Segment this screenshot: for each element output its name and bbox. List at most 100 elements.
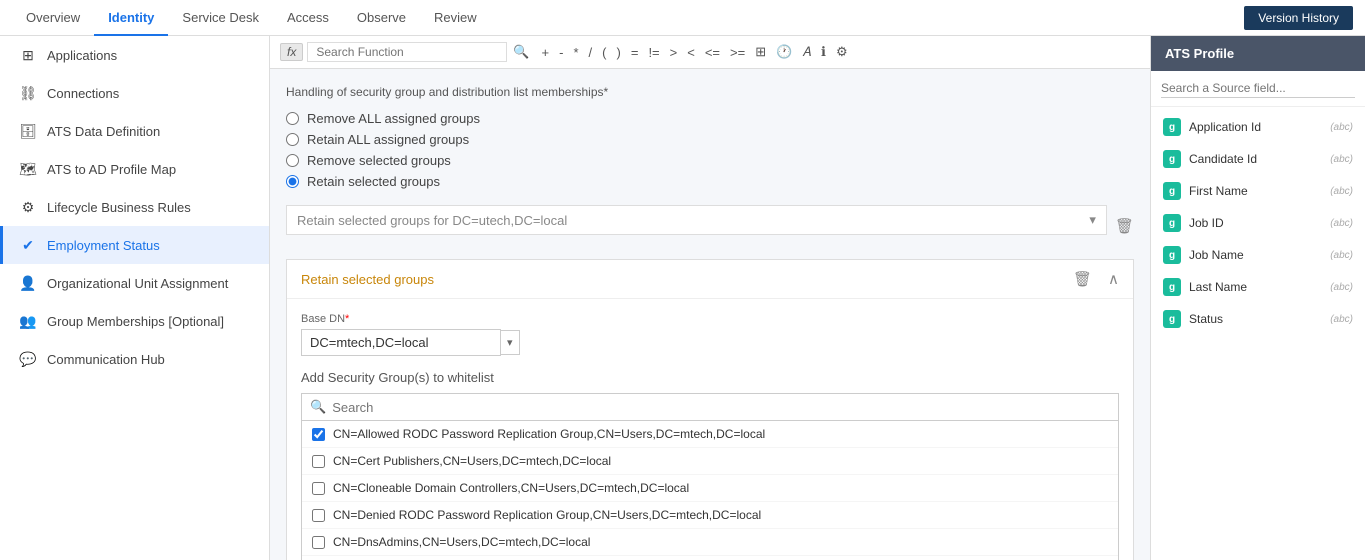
- sidebar-item-employment-status[interactable]: ✔ Employment Status: [0, 226, 269, 264]
- field-name: Last Name: [1189, 280, 1322, 294]
- radio-retain-selected[interactable]: Retain selected groups: [286, 174, 1134, 189]
- radio-retain-selected-input[interactable]: [286, 175, 299, 188]
- op-info[interactable]: ℹ: [819, 44, 828, 60]
- field-type: (abc): [1330, 186, 1353, 197]
- retain-panel-header: Retain selected groups 🗑 ∧: [287, 260, 1133, 299]
- nav-overview[interactable]: Overview: [12, 0, 94, 36]
- field-badge: g: [1163, 150, 1181, 168]
- version-history-button[interactable]: Version History: [1244, 6, 1353, 30]
- list-item[interactable]: CN=Cert Publishers,CN=Users,DC=mtech,DC=…: [302, 448, 1118, 475]
- op-plus[interactable]: +: [540, 45, 552, 60]
- radio-retain-all[interactable]: Retain ALL assigned groups: [286, 132, 1134, 147]
- op-minus[interactable]: -: [557, 45, 565, 60]
- search-formula-icon[interactable]: 🔍: [511, 44, 531, 60]
- list-item[interactable]: CN=Denied RODC Password Replication Grou…: [302, 502, 1118, 529]
- radio-retain-all-input[interactable]: [286, 133, 299, 146]
- field-badge: g: [1163, 278, 1181, 296]
- chat-icon: 💬: [19, 350, 37, 368]
- sidebar-item-communication-hub[interactable]: 💬 Communication Hub: [0, 340, 269, 378]
- delete-retain-panel-button[interactable]: 🗑: [1073, 270, 1092, 288]
- database-icon: 🗄: [19, 122, 37, 140]
- list-item[interactable]: CN=Allowed RODC Password Replication Gro…: [302, 421, 1118, 448]
- grid-icon: ⊞: [19, 46, 37, 64]
- field-badge: g: [1163, 182, 1181, 200]
- op-not-equals[interactable]: !=: [646, 45, 661, 60]
- group-checkbox-1[interactable]: [312, 455, 325, 468]
- op-greater[interactable]: >: [668, 45, 680, 60]
- sidebar-item-ats-data-definition[interactable]: 🗄 ATS Data Definition: [0, 112, 269, 150]
- list-item[interactable]: g Last Name (abc): [1151, 271, 1365, 303]
- list-item[interactable]: CN=DnsUpdateProxy,CN=Users,DC=mtech,DC=l…: [302, 556, 1118, 560]
- sidebar-item-lifecycle-business-rules[interactable]: ⚙ Lifecycle Business Rules: [0, 188, 269, 226]
- op-gte[interactable]: >=: [728, 45, 747, 60]
- nav-service-desk[interactable]: Service Desk: [168, 0, 273, 36]
- groups-search-input[interactable]: [332, 400, 1110, 415]
- map-icon: 🗺: [19, 160, 37, 178]
- list-item[interactable]: CN=DnsAdmins,CN=Users,DC=mtech,DC=local: [302, 529, 1118, 556]
- field-badge: g: [1163, 118, 1181, 136]
- list-item[interactable]: g Status (abc): [1151, 303, 1365, 335]
- radio-remove-all-input[interactable]: [286, 112, 299, 125]
- sidebar-item-group-memberships[interactable]: 👥 Group Memberships [Optional]: [0, 302, 269, 340]
- person-icon: ✔: [19, 236, 37, 254]
- field-list: g Application Id (abc) g Candidate Id (a…: [1151, 107, 1365, 339]
- list-item[interactable]: g Application Id (abc): [1151, 111, 1365, 143]
- op-multiply[interactable]: *: [571, 45, 580, 60]
- org-icon: 👤: [19, 274, 37, 292]
- radio-remove-selected[interactable]: Remove selected groups: [286, 153, 1134, 168]
- group-checkbox-4[interactable]: [312, 536, 325, 549]
- field-type: (abc): [1330, 154, 1353, 165]
- op-lte[interactable]: <=: [703, 45, 722, 60]
- field-type: (abc): [1330, 218, 1353, 229]
- radio-remove-selected-input[interactable]: [286, 154, 299, 167]
- sidebar: ⊞ Applications ⛓ Connections 🗄 ATS Data …: [0, 36, 270, 560]
- list-item[interactable]: g Candidate Id (abc): [1151, 143, 1365, 175]
- list-item[interactable]: g Job ID (abc): [1151, 207, 1365, 239]
- search-groups-icon: 🔍: [310, 399, 326, 415]
- list-item[interactable]: g First Name (abc): [1151, 175, 1365, 207]
- op-close-paren[interactable]: ): [615, 45, 623, 60]
- op-less[interactable]: <: [685, 45, 697, 60]
- collapse-retain-panel-button[interactable]: ∧: [1108, 270, 1119, 288]
- delete-retain-button[interactable]: 🗑: [1115, 217, 1134, 235]
- formula-search-input[interactable]: [307, 42, 507, 62]
- op-divide[interactable]: /: [587, 45, 595, 60]
- field-name: Status: [1189, 312, 1322, 326]
- op-open-paren[interactable]: (: [600, 45, 608, 60]
- sidebar-item-applications[interactable]: ⊞ Applications: [0, 36, 269, 74]
- sidebar-item-org-unit-assignment[interactable]: 👤 Organizational Unit Assignment: [0, 264, 269, 302]
- op-clock[interactable]: 🕐: [774, 44, 794, 60]
- field-type: (abc): [1330, 314, 1353, 325]
- field-name: Application Id: [1189, 120, 1322, 134]
- field-name: Candidate Id: [1189, 152, 1322, 166]
- list-item[interactable]: CN=Cloneable Domain Controllers,CN=Users…: [302, 475, 1118, 502]
- top-nav: Overview Identity Service Desk Access Ob…: [0, 0, 1365, 36]
- handling-label: Handling of security group and distribut…: [286, 85, 1134, 99]
- nav-review[interactable]: Review: [420, 0, 491, 36]
- op-font[interactable]: 𝐴: [800, 44, 813, 60]
- op-grid[interactable]: ⊞: [753, 44, 768, 60]
- sidebar-item-ats-ad-profile-map[interactable]: 🗺 ATS to AD Profile Map: [0, 150, 269, 188]
- retain-panel: Retain selected groups 🗑 ∧ Base DN* DC=m…: [286, 259, 1134, 560]
- op-equals[interactable]: =: [629, 45, 641, 60]
- group-checkbox-3[interactable]: [312, 509, 325, 522]
- right-panel-search-input[interactable]: [1161, 79, 1355, 98]
- nav-observe[interactable]: Observe: [343, 0, 420, 36]
- retain-panel-body: Base DN* DC=mtech,DC=local ▾ Add Securit…: [287, 299, 1133, 560]
- retain-dropdown-row: Retain selected groups for DC=utech,DC=l…: [286, 205, 1134, 247]
- retain-dropdown[interactable]: Retain selected groups for DC=utech,DC=l…: [286, 205, 1107, 235]
- sidebar-item-connections[interactable]: ⛓ Connections: [0, 74, 269, 112]
- radio-remove-all[interactable]: Remove ALL assigned groups: [286, 111, 1134, 126]
- right-panel-header: ATS Profile: [1151, 36, 1365, 71]
- group-checkbox-0[interactable]: [312, 428, 325, 441]
- nav-identity[interactable]: Identity: [94, 0, 168, 36]
- field-type: (abc): [1330, 250, 1353, 261]
- base-dn-select[interactable]: DC=mtech,DC=local: [301, 329, 501, 356]
- list-item[interactable]: g Job Name (abc): [1151, 239, 1365, 271]
- group-checkbox-2[interactable]: [312, 482, 325, 495]
- nav-access[interactable]: Access: [273, 0, 343, 36]
- base-dn-row: DC=mtech,DC=local ▾: [301, 329, 1119, 356]
- op-settings[interactable]: ⚙: [834, 44, 850, 60]
- formula-bar: fx 🔍 + - * / ( ) = != > < <= >= ⊞ 🕐 𝐴 ℹ …: [270, 36, 1150, 69]
- field-badge: g: [1163, 214, 1181, 232]
